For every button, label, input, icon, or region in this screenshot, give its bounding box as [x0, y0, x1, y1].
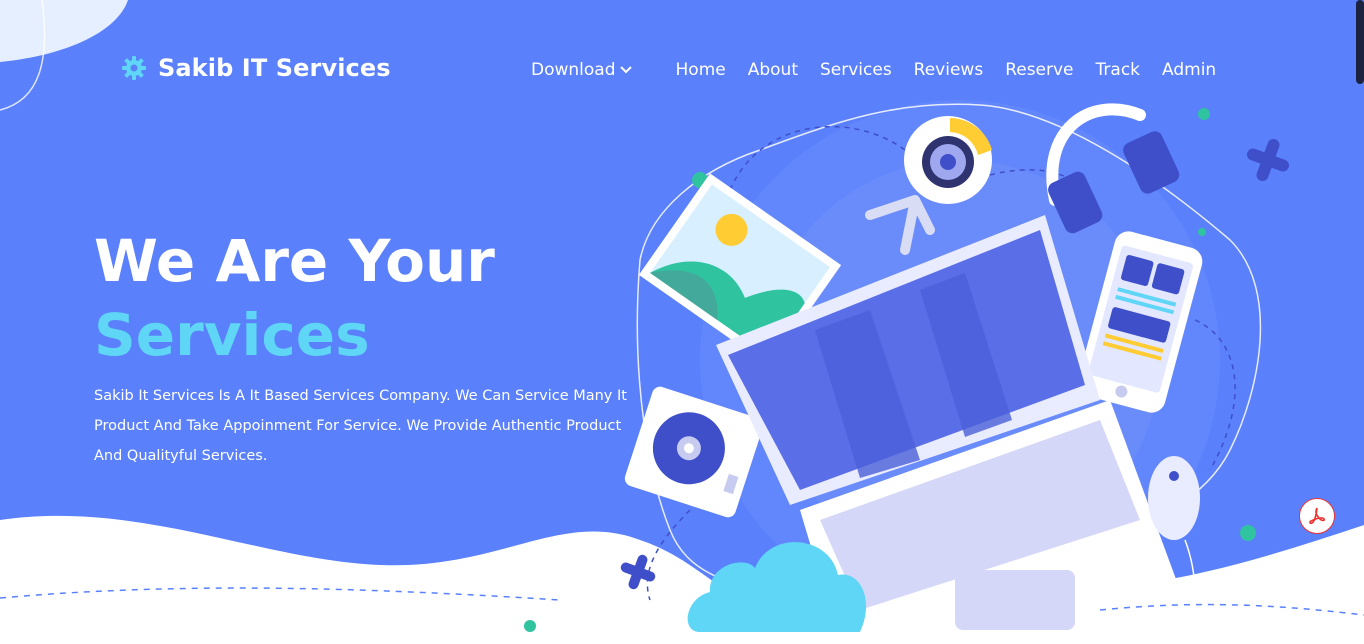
nav-item-services[interactable]: Services — [820, 60, 892, 80]
nav-item-home[interactable]: Home — [676, 60, 726, 80]
pdf-icon — [1309, 507, 1325, 525]
nav-item-track[interactable]: Track — [1096, 60, 1140, 80]
hero-description: Sakib It Services Is A It Based Services… — [94, 388, 627, 464]
main-nav: Download Home About Services Reviews Res… — [531, 60, 1216, 80]
brand[interactable]: Sakib IT Services — [120, 54, 391, 82]
gear-icon — [120, 54, 148, 82]
nav-item-reviews[interactable]: Reviews — [914, 60, 984, 80]
hero-title-accent: Services — [94, 301, 370, 369]
scrollbar-thumb[interactable] — [1356, 0, 1364, 84]
nav-item-reserve[interactable]: Reserve — [1005, 60, 1073, 80]
hero-title: We Are Your — [94, 227, 495, 295]
nav-download-dropdown[interactable]: Download — [531, 60, 632, 80]
nav-download-label: Download — [531, 60, 616, 80]
chevron-down-icon — [619, 66, 632, 74]
nav-item-about[interactable]: About — [748, 60, 798, 80]
hero-section: Sakib IT Services Download Home About Se… — [0, 0, 1364, 644]
pdf-button[interactable] — [1299, 498, 1335, 534]
brand-name: Sakib IT Services — [158, 54, 391, 82]
nav-item-admin[interactable]: Admin — [1162, 60, 1216, 80]
